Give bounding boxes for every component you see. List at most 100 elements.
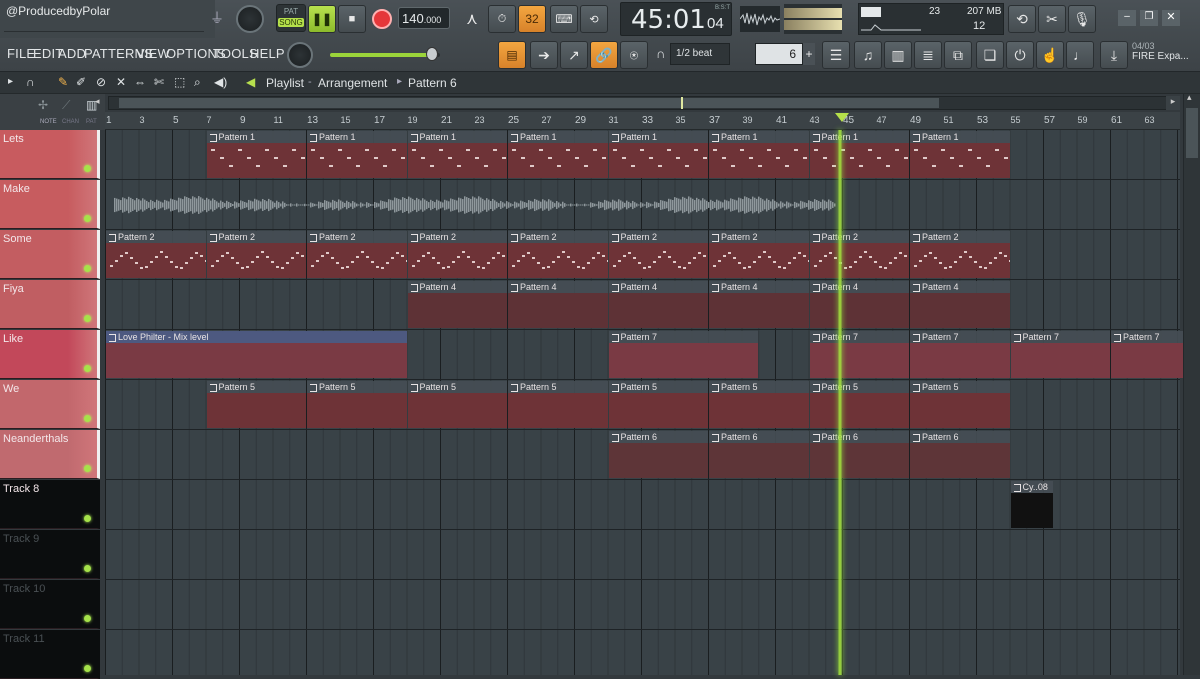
paint-brush-icon[interactable]: ✐ bbox=[76, 75, 86, 89]
pattern-clip[interactable]: Pattern 4 bbox=[809, 281, 909, 328]
tempo-display[interactable]: 140.000 bbox=[398, 7, 450, 29]
pattern-clip[interactable]: Pattern 2 bbox=[508, 231, 608, 278]
pattern-clip[interactable]: Pattern 4 bbox=[709, 281, 809, 328]
pattern-clip[interactable]: Pattern 6 bbox=[809, 431, 909, 478]
step-edit-button[interactable]: 32 bbox=[518, 5, 546, 33]
pattern-clip[interactable]: Pattern 5 bbox=[307, 381, 407, 428]
slip-tool-icon[interactable]: ⇔ bbox=[134, 75, 146, 89]
metronome-icon[interactable]: ⋏ bbox=[458, 5, 486, 33]
pattern-clip[interactable]: Pattern 1 bbox=[809, 131, 909, 178]
pattern-clip[interactable]: Pattern 1 bbox=[709, 131, 809, 178]
stop-button[interactable]: ■ bbox=[338, 5, 366, 33]
track-mute-led[interactable] bbox=[84, 215, 91, 222]
track-header[interactable]: Some bbox=[0, 230, 100, 279]
pause-button[interactable]: ❚❚ bbox=[308, 5, 336, 33]
track-header[interactable]: Track 9 bbox=[0, 530, 100, 579]
record-button[interactable] bbox=[368, 5, 396, 33]
pattern-clip[interactable]: Pattern 1 bbox=[508, 131, 608, 178]
pattern-clip[interactable]: Pattern 5 bbox=[407, 381, 507, 428]
stamp-icon[interactable]: ⍟ bbox=[620, 41, 648, 69]
pattern-clip[interactable]: Pattern 1 bbox=[206, 131, 306, 178]
playlist-grid[interactable]: Pattern 1 Pattern 1 Pattern 1 Pattern 1 Patt… bbox=[105, 130, 1200, 675]
note-icon[interactable]: ✢ bbox=[38, 98, 48, 112]
microphone-icon[interactable]: 🎙 bbox=[1068, 5, 1096, 33]
timeline-ruler[interactable]: 1 3 5 7 9 11 13 15 17 19 21 23 25 27 29 31 33 35 37 39 41 43 4… bbox=[105, 112, 1180, 130]
pattern-clip[interactable]: Pattern 6 bbox=[910, 431, 1010, 478]
breadcrumb-root[interactable]: Playlist bbox=[266, 76, 304, 90]
play-arrow-icon[interactable]: ▸ bbox=[8, 76, 13, 87]
pat-song-switch[interactable]: PAT SONG bbox=[276, 4, 306, 32]
mixer-icon[interactable]: ≣ bbox=[914, 41, 942, 69]
undo-icon[interactable]: ⟲ bbox=[1008, 5, 1036, 33]
pattern-clip[interactable]: Pattern 5 bbox=[809, 381, 909, 428]
master-volume-slider[interactable] bbox=[330, 47, 440, 61]
magnet-snap-icon[interactable]: ∩ bbox=[26, 75, 35, 89]
pattern-clip[interactable]: Pattern 6 bbox=[709, 431, 809, 478]
wait-for-input-icon[interactable]: ⏱ bbox=[488, 5, 516, 33]
arrow-tool-icon[interactable]: ➔ bbox=[530, 41, 558, 69]
scroll-right-button[interactable]: ▸ bbox=[1166, 96, 1180, 110]
close-button[interactable]: ✕ bbox=[1162, 10, 1180, 26]
pattern-clip[interactable]: Pattern 2 bbox=[608, 231, 708, 278]
pattern-clip[interactable]: Pattern 6 bbox=[608, 431, 708, 478]
track-header[interactable]: Like bbox=[0, 330, 100, 379]
track-header[interactable]: Neanderthals bbox=[0, 430, 100, 479]
pattern-clip[interactable]: Pattern 5 bbox=[206, 381, 306, 428]
track-mute-led[interactable] bbox=[84, 465, 91, 472]
pattern-clip[interactable]: Pattern 2 bbox=[910, 231, 1010, 278]
magnet-icon[interactable]: ∩ bbox=[656, 46, 665, 61]
speaker-icon[interactable]: ◀) bbox=[214, 75, 227, 89]
pattern-clip[interactable]: Pattern 5 bbox=[508, 381, 608, 428]
track-mute-led[interactable] bbox=[84, 665, 91, 672]
news-panel[interactable]: 04/03 FIRE Expa... bbox=[1132, 41, 1196, 69]
pan-icon[interactable]: ⏚ bbox=[210, 8, 226, 28]
pattern-selector[interactable]: 6 bbox=[755, 43, 803, 65]
audio-waveform-clip[interactable] bbox=[106, 181, 839, 228]
track-header[interactable]: We bbox=[0, 380, 100, 429]
delete-tool-icon[interactable]: ✕ bbox=[116, 75, 126, 89]
pattern-clip[interactable]: Pattern 1 bbox=[910, 131, 1010, 178]
menu-help[interactable]: HELP bbox=[250, 46, 285, 61]
track-mute-led[interactable] bbox=[84, 265, 91, 272]
playlist-window-icon[interactable]: ☰ bbox=[822, 41, 850, 69]
track-mute-led[interactable] bbox=[84, 415, 91, 422]
touch-icon[interactable]: ☝ bbox=[1036, 41, 1064, 69]
pattern-clip[interactable]: Pattern 7 bbox=[1010, 331, 1110, 378]
track-header[interactable]: Track 11 bbox=[0, 630, 100, 679]
pattern-clip[interactable]: Pattern 4 bbox=[407, 281, 507, 328]
menu-view[interactable]: VIEW bbox=[136, 46, 170, 61]
menu-file[interactable]: FILE bbox=[7, 46, 35, 61]
pattern-clip[interactable]: Pattern 2 bbox=[407, 231, 507, 278]
pattern-clip[interactable]: Pattern 7 bbox=[809, 331, 909, 378]
zoom-tool-icon[interactable]: ⌕ bbox=[194, 75, 201, 90]
snap-select[interactable]: 1/2 beat bbox=[670, 43, 730, 65]
song-playhead[interactable] bbox=[838, 130, 842, 675]
slide-tool-icon[interactable]: ↗ bbox=[560, 41, 588, 69]
breadcrumb-arrangement[interactable]: Arrangement bbox=[318, 76, 387, 90]
pattern-clip[interactable]: Pattern 1 bbox=[407, 131, 507, 178]
track-header[interactable]: Track 8 bbox=[0, 480, 100, 529]
slice-tool-icon[interactable]: ✄ bbox=[154, 75, 164, 89]
playlist-overview-scrollbar[interactable]: ◂ bbox=[95, 96, 1180, 110]
pattern-clip[interactable]: Pattern 2 bbox=[809, 231, 909, 278]
pattern-clip[interactable]: Pattern 5 bbox=[709, 381, 809, 428]
pattern-clip[interactable]: Pattern 4 bbox=[910, 281, 1010, 328]
restore-button[interactable]: ❐ bbox=[1140, 10, 1158, 26]
piano-roll-icon[interactable]: ♫ bbox=[854, 41, 882, 69]
scissors-icon[interactable]: ✂ bbox=[1038, 5, 1066, 33]
mute-tool-icon[interactable]: ⊘ bbox=[96, 75, 106, 89]
track-header[interactable]: Lets bbox=[0, 130, 100, 179]
pattern-clip[interactable]: Pattern 7 bbox=[608, 331, 759, 378]
pattern-clip[interactable]: Cy..08 bbox=[1010, 481, 1054, 528]
link-icon[interactable]: 🔗 bbox=[590, 41, 618, 69]
track-header[interactable]: Make bbox=[0, 180, 100, 229]
track-mute-led[interactable] bbox=[84, 365, 91, 372]
track-header[interactable]: Fiya bbox=[0, 280, 100, 329]
track-mute-led[interactable] bbox=[84, 615, 91, 622]
select-tool-icon[interactable]: ⬚ bbox=[174, 75, 185, 89]
pattern-clip[interactable]: Pattern 7 bbox=[910, 331, 1010, 378]
download-icon[interactable]: ⤓ bbox=[1100, 41, 1128, 69]
track-mute-led[interactable] bbox=[84, 515, 91, 522]
ruler-playhead-marker[interactable] bbox=[835, 113, 849, 122]
tempo-tapper-icon[interactable]: ♩ bbox=[1066, 41, 1094, 69]
